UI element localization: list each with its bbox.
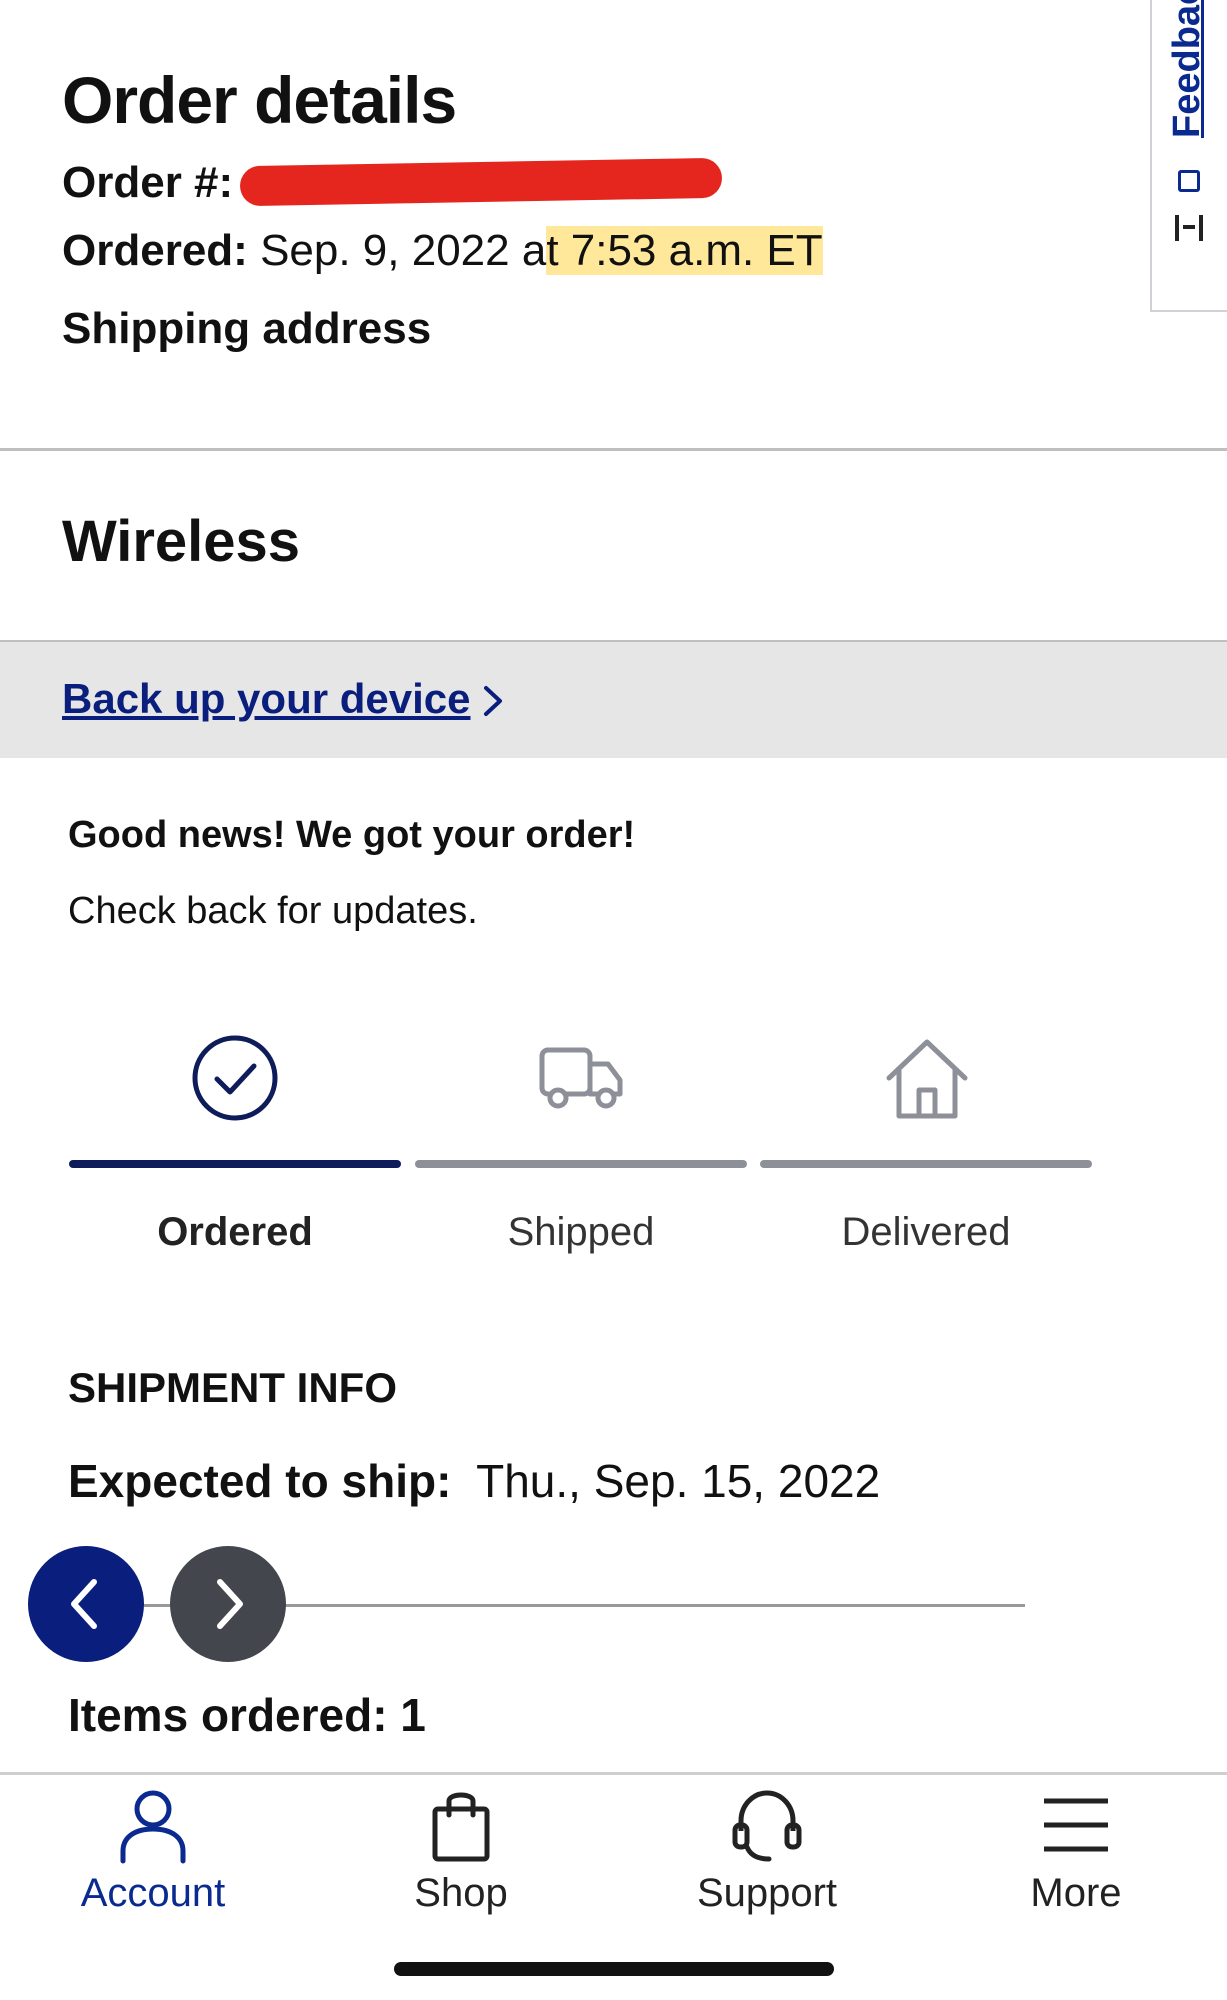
nav-support[interactable]: Support [647, 1785, 887, 1916]
carousel-prev-button[interactable] [28, 1546, 144, 1662]
shipping-address-label: Shipping address [62, 304, 432, 353]
feedback-link[interactable]: Feedback [1166, 0, 1209, 138]
nav-account[interactable]: Account [33, 1785, 273, 1916]
chevron-left-icon [71, 1579, 97, 1629]
carousel-next-button[interactable] [170, 1546, 286, 1662]
order-number-label: Order #: [62, 158, 234, 207]
step-label-ordered: Ordered [157, 1210, 313, 1254]
order-header: Order details Order #: Ordered: Sep. 9, … [0, 0, 1227, 450]
house-icon [886, 1039, 968, 1119]
person-icon [120, 1790, 186, 1864]
nav-more-label: More [1030, 1871, 1122, 1915]
progress-segment-delivered [760, 1160, 1092, 1168]
nav-support-label: Support [696, 1871, 838, 1915]
home-indicator[interactable] [394, 1962, 834, 1976]
step-label-delivered: Delivered [841, 1210, 1011, 1254]
feedback-chat-icon [1178, 170, 1200, 192]
nav-account-label: Account [80, 1871, 226, 1915]
expected-ship-date: Thu., Sep. 15, 2022 [476, 1455, 881, 1507]
section-title: Wireless [62, 509, 301, 574]
backup-device-link[interactable]: Back up your device [62, 675, 471, 723]
chevron-right-icon[interactable] [476, 684, 510, 718]
progress-segment-ordered [69, 1160, 401, 1168]
items-ordered-count: Items ordered: 1 [68, 1689, 426, 1741]
menu-icon [1044, 1798, 1108, 1852]
order-number-row: Order #: [62, 158, 233, 208]
expected-ship-label: Expected to ship: [68, 1455, 452, 1507]
nav-more[interactable]: More [956, 1785, 1196, 1916]
nav-shop[interactable]: Shop [341, 1785, 581, 1916]
shipment-info-title: SHIPMENT INFO [68, 1364, 398, 1411]
ordered-date: Sep. 9, 2022 a [260, 226, 547, 275]
headset-icon [732, 1790, 802, 1862]
ordered-row: Ordered: Sep. 9, 2022 at 7:53 a.m. ET [62, 226, 823, 276]
shipping-address-row: Shipping address [62, 304, 431, 354]
truck-icon [539, 1047, 623, 1109]
check-circle-icon [192, 1035, 278, 1121]
divider [0, 448, 1227, 451]
bag-icon [432, 1792, 490, 1862]
nav-shop-label: Shop [414, 1871, 508, 1915]
ordered-label: Ordered: [62, 226, 248, 275]
ordered-time: t 7:53 a.m. ET [546, 226, 823, 275]
feedback-bracket-icon [1175, 215, 1203, 241]
status-headline: Good news! We got your order! [68, 814, 636, 856]
chevron-right-icon [217, 1579, 243, 1629]
order-number-redaction [239, 157, 723, 207]
expected-ship-row: Expected to ship: Thu., Sep. 15, 2022 [68, 1454, 880, 1508]
status-subtext: Check back for updates. [68, 890, 478, 932]
progress-segment-shipped [415, 1160, 747, 1168]
page-title: Order details [62, 63, 457, 137]
step-label-shipped: Shipped [507, 1210, 655, 1254]
